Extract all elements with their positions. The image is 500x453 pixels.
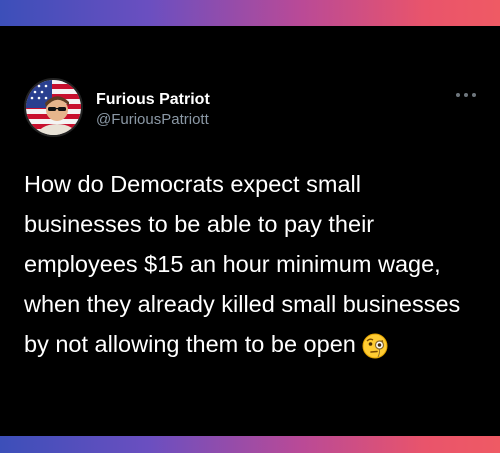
tweet-text: How do Democrats expect small businesses… [24,171,461,357]
dot [472,93,476,97]
dot [464,93,468,97]
avatar[interactable] [24,78,83,137]
bottom-gradient-bar [0,436,500,453]
more-options-icon[interactable] [456,90,476,100]
flag-avatar-icon [26,80,81,135]
dot [456,93,460,97]
tweet-body: How do Democrats expect small businesses… [24,164,476,364]
tweet-screenshot: Furious Patriot @FuriousPatriott How do … [0,0,500,453]
top-gradient-bar [0,0,500,26]
handle[interactable]: @FuriousPatriott [96,110,210,130]
face-with-monocle-emoji [362,331,388,359]
tweet-header: Furious Patriot @FuriousPatriott [24,78,476,138]
author-names: Furious Patriot @FuriousPatriott [96,90,210,130]
display-name[interactable]: Furious Patriot [96,90,210,110]
